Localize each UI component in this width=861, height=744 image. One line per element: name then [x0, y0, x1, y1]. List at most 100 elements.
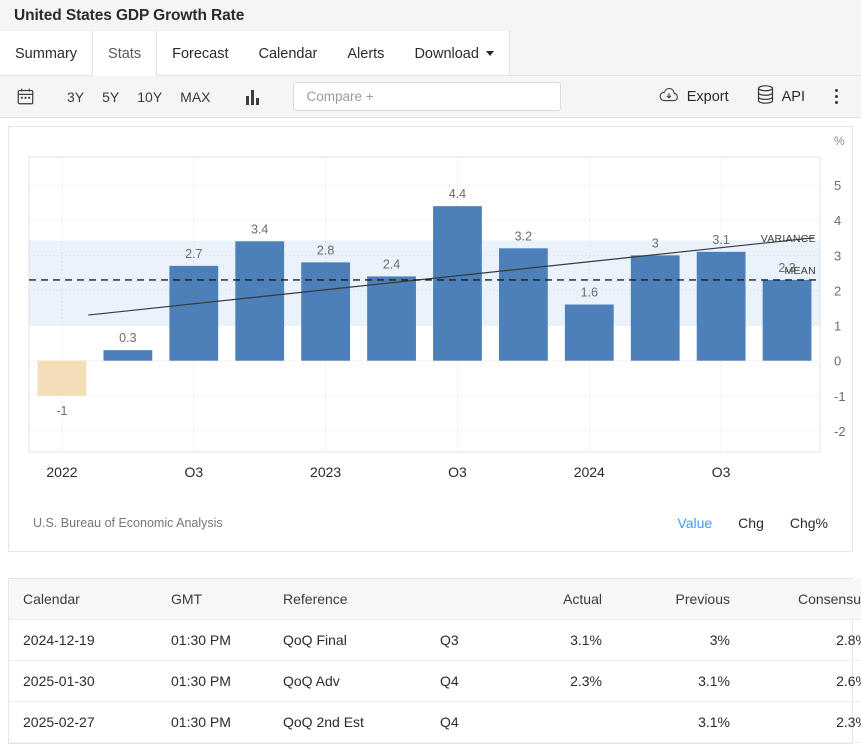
bar-value-label: 0.3 [119, 331, 136, 345]
toggle-chg[interactable]: Chg [738, 515, 764, 531]
compare-input[interactable] [305, 88, 549, 105]
tab-download[interactable]: Download [399, 46, 509, 62]
cell-quarter: Q3 [434, 620, 506, 661]
cell-actual [506, 702, 624, 743]
y-axis-tick-label: 5 [834, 178, 841, 193]
cell-previous: 3.1% [624, 702, 752, 743]
y-axis-tick-label: -1 [834, 389, 846, 404]
export-button[interactable]: Export [645, 87, 743, 107]
range-5y[interactable]: 5Y [93, 86, 128, 108]
api-button[interactable]: API [743, 85, 819, 108]
th-actual[interactable]: Actual [506, 579, 624, 620]
bar [763, 280, 812, 361]
value-toggle-group: Value Chg Chg% [677, 515, 828, 531]
bar-value-label: -1 [56, 404, 67, 418]
th-consensus[interactable]: Consensus [752, 579, 861, 620]
cell-quarter: Q4 [434, 702, 506, 743]
x-axis-tick-label: 2022 [46, 464, 77, 477]
cell-gmt: 01:30 PM [165, 702, 277, 743]
bar-value-label: 4.4 [449, 187, 466, 201]
bar [367, 276, 416, 360]
table-row[interactable]: 2025-02-27 01:30 PM QoQ 2nd Est Q4 3.1% … [9, 702, 861, 743]
bar [433, 206, 482, 361]
bar-value-label: 2.7 [185, 247, 202, 261]
x-axis-tick-label: 2023 [310, 464, 341, 477]
table-row[interactable]: 2025-01-30 01:30 PM QoQ Adv Q4 2.3% 3.1%… [9, 661, 861, 702]
bar-value-label: 3.1 [712, 233, 729, 247]
calendar-table-card: Calendar GMT Reference Actual Previous C… [8, 578, 853, 744]
th-quarter [434, 579, 506, 620]
tab-alerts[interactable]: Alerts [332, 46, 399, 62]
x-axis-tick-label: Q3 [448, 464, 467, 477]
th-gmt[interactable]: GMT [165, 579, 277, 620]
tab-forecast[interactable]: Forecast [157, 46, 243, 62]
bar-value-label: 3.4 [251, 222, 268, 236]
cell-reference: QoQ 2nd Est [277, 702, 434, 743]
bar [38, 361, 87, 396]
range-10y[interactable]: 10Y [128, 86, 171, 108]
cell-previous: 3% [624, 620, 752, 661]
calendar-table: Calendar GMT Reference Actual Previous C… [9, 579, 861, 743]
chart-canvas[interactable]: -10.32.73.42.82.44.43.21.633.12.3VARIANC… [9, 127, 852, 467]
toggle-value[interactable]: Value [677, 515, 712, 531]
table-header-row: Calendar GMT Reference Actual Previous C… [9, 579, 861, 620]
bar-value-label: 3 [652, 236, 659, 250]
api-label: API [782, 89, 805, 105]
chart-footer: U.S. Bureau of Economic Analysis Value C… [9, 495, 852, 551]
tab-alerts-label: Alerts [347, 46, 384, 62]
cell-calendar: 2025-01-30 [9, 661, 165, 702]
cell-quarter: Q4 [434, 661, 506, 702]
bar [697, 252, 746, 361]
range-3y[interactable]: 3Y [58, 86, 93, 108]
toggle-chgpct[interactable]: Chg% [790, 515, 828, 531]
page-title: United States GDP Growth Rate [14, 7, 244, 25]
y-axis-tick-label: 0 [834, 354, 841, 369]
range-max[interactable]: MAX [171, 86, 219, 108]
cell-consensus: 2.3% [752, 702, 861, 743]
export-label: Export [687, 89, 729, 105]
variance-line-label: VARIANCE [761, 233, 816, 245]
cell-consensus: 2.8% [752, 620, 861, 661]
cloud-download-icon [659, 87, 679, 107]
tab-stats[interactable]: Stats [93, 31, 157, 76]
cell-gmt: 01:30 PM [165, 620, 277, 661]
cell-consensus: 2.6% [752, 661, 861, 702]
cell-reference: QoQ Final [277, 620, 434, 661]
tab-download-label: Download [414, 46, 479, 62]
bar-chart-icon[interactable] [246, 89, 259, 105]
cell-gmt: 01:30 PM [165, 661, 277, 702]
y-axis-tick-label: 2 [834, 283, 841, 298]
y-axis-tick-label: 4 [834, 213, 841, 228]
cell-previous: 3.1% [624, 661, 752, 702]
cell-reference: QoQ Adv [277, 661, 434, 702]
tab-summary[interactable]: Summary [0, 31, 93, 76]
th-calendar[interactable]: Calendar [9, 579, 165, 620]
x-axis-tick-label: Q3 [184, 464, 203, 477]
bar [103, 350, 152, 361]
table-row[interactable]: 2024-12-19 01:30 PM QoQ Final Q3 3.1% 3%… [9, 620, 861, 661]
bar-value-label: 1.6 [581, 286, 598, 300]
bar [499, 248, 548, 360]
th-reference[interactable]: Reference [277, 579, 434, 620]
compare-input-wrapper[interactable] [293, 82, 561, 111]
cell-calendar: 2024-12-19 [9, 620, 165, 661]
page-header: United States GDP Growth Rate [0, 0, 861, 31]
y-axis-tick-label: -2 [834, 424, 846, 439]
cell-actual: 3.1% [506, 620, 624, 661]
database-icon [757, 85, 774, 108]
bar-value-label: 2.4 [383, 257, 400, 271]
bar [565, 305, 614, 361]
tab-forecast-label: Forecast [172, 46, 228, 62]
tab-calendar[interactable]: Calendar [244, 46, 333, 62]
bar-value-label: 2.8 [317, 243, 334, 257]
calendar-icon[interactable] [12, 84, 38, 110]
bar [631, 255, 680, 360]
tab-summary-label: Summary [15, 46, 77, 62]
table-body: 2024-12-19 01:30 PM QoQ Final Q3 3.1% 3%… [9, 620, 861, 743]
kebab-menu-icon[interactable] [823, 84, 849, 110]
cell-calendar: 2025-02-27 [9, 702, 165, 743]
bar [301, 262, 350, 360]
th-previous[interactable]: Previous [624, 579, 752, 620]
toolbar-actions: Export API [645, 84, 849, 110]
y-axis-unit-label: % [834, 134, 845, 148]
